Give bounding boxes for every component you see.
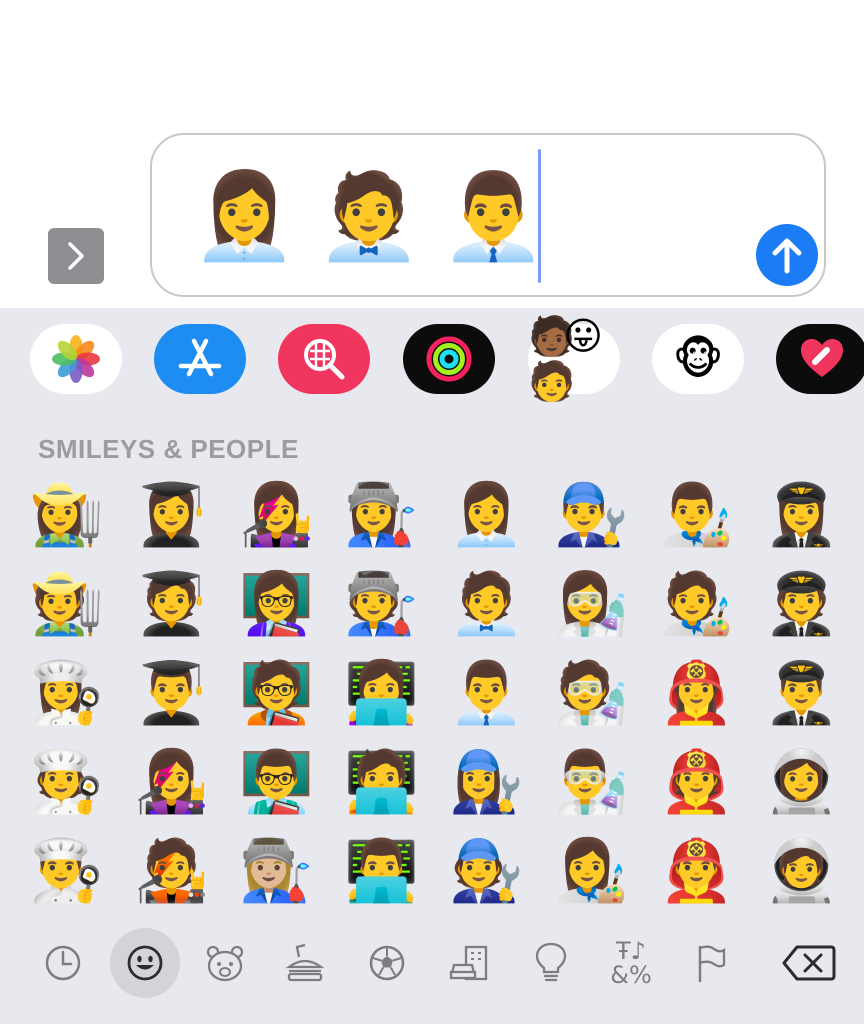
activity-rings-icon	[426, 336, 472, 382]
emoji-keyboard: 🧑🏾😛🧑 🐵 SMILEYS & PEOPLE 👩‍🌾 👩‍🎓 👩‍🎤 👩‍🏭 👩‍💼 👨…	[0, 308, 864, 1024]
emoji-key[interactable]: 🧑‍🚒	[644, 737, 749, 826]
chevron-right-icon	[68, 242, 84, 270]
category-symbols-button[interactable]: Ŧ♪ &%	[596, 928, 666, 998]
clock-icon	[45, 945, 81, 981]
emoji-key[interactable]: 👩‍🎨	[539, 826, 644, 915]
heart-touch-icon	[801, 339, 843, 377]
emoji-key[interactable]: 👨‍🚒	[644, 826, 749, 915]
emoji-key[interactable]: 🧑‍💻	[329, 737, 434, 826]
category-smileys-people-button[interactable]	[110, 928, 180, 998]
emoji-key[interactable]: 👨‍🍳	[14, 826, 119, 915]
emoji-key[interactable]: 👩‍🎤	[224, 470, 329, 559]
car-building-icon	[449, 945, 488, 981]
burger-icon	[285, 943, 325, 982]
emoji-key[interactable]: 👩‍🌾	[14, 470, 119, 559]
monkey-icon: 🐵	[672, 333, 724, 385]
emoji-key[interactable]: 👨‍🔬	[539, 737, 644, 826]
emoji-key[interactable]: 👩‍🏫	[224, 559, 329, 648]
emoji-key[interactable]: 👨‍✈️	[749, 648, 854, 737]
emoji-key[interactable]: 🧑‍🔬	[539, 648, 644, 737]
emoji-key[interactable]: 🧑‍🏭	[329, 559, 434, 648]
category-food-drink-button[interactable]	[270, 928, 340, 998]
emoji-key[interactable]: 🧑‍🎓	[119, 559, 224, 648]
emoji-key[interactable]: 👨‍🎓	[119, 648, 224, 737]
category-objects-button[interactable]	[516, 928, 586, 998]
flag-icon	[698, 945, 726, 983]
emoji-key[interactable]: 👩‍🍳	[14, 648, 119, 737]
emoji-key[interactable]: 👩🏼‍🏭	[224, 826, 329, 915]
expand-apps-button[interactable]	[48, 228, 104, 284]
digital-touch-button[interactable]	[776, 324, 864, 394]
message-compose-area: 👩‍💼🧑‍💼👨‍💼	[0, 0, 864, 308]
emoji-key[interactable]: 🧑‍🏫	[224, 648, 329, 737]
delete-backspace-button[interactable]	[774, 928, 844, 998]
emoji-key[interactable]: 👩‍💼	[434, 470, 539, 559]
emoji-key[interactable]: 🧑‍💼	[434, 559, 539, 648]
memoji-stickers-button[interactable]: 🧑🏾😛🧑	[528, 314, 620, 403]
category-recent-button[interactable]	[28, 928, 98, 998]
emoji-key[interactable]: 👨‍🎨	[644, 470, 749, 559]
photos-app-button[interactable]	[30, 324, 122, 394]
fitness-activity-button[interactable]	[403, 324, 495, 394]
symbols-icon: Ŧ♪ &%	[610, 937, 652, 989]
emoji-key[interactable]: 🧑‍🔧	[434, 826, 539, 915]
emoji-section-title: SMILEYS & PEOPLE	[38, 434, 299, 464]
category-animals-nature-button[interactable]	[190, 928, 260, 998]
smiley-icon	[127, 945, 163, 981]
send-button[interactable]	[756, 224, 818, 286]
emoji-key[interactable]: 👩‍🚒	[644, 648, 749, 737]
emoji-key[interactable]: 👨‍🏫	[224, 737, 329, 826]
app-store-button[interactable]	[154, 324, 246, 394]
lightbulb-icon	[535, 942, 567, 982]
soccer-ball-icon	[369, 945, 405, 981]
emoji-key[interactable]: 👩‍✈️	[749, 470, 854, 559]
emoji-key[interactable]: 🧑‍🎨	[644, 559, 749, 648]
memoji-group-icon: 🧑🏾😛🧑	[528, 314, 603, 403]
photos-flower-icon	[52, 335, 100, 383]
text-cursor	[538, 149, 541, 283]
emoji-key[interactable]: 👨‍💼	[434, 648, 539, 737]
image-search-button[interactable]	[278, 324, 370, 394]
app-drawer: 🧑🏾😛🧑 🐵	[0, 314, 864, 403]
category-flags-button[interactable]	[676, 928, 746, 998]
emoji-key[interactable]: 👩‍🎤	[119, 737, 224, 826]
category-activity-button[interactable]	[352, 928, 422, 998]
emoji-key[interactable]: 👩‍🚀	[749, 737, 854, 826]
backspace-icon	[782, 945, 836, 981]
emoji-key[interactable]: 🧑‍🎤	[119, 826, 224, 915]
emoji-key[interactable]: 🧑‍🚀	[749, 826, 854, 915]
emoji-key[interactable]: 👩‍🎓	[119, 470, 224, 559]
emoji-key[interactable]: 👩‍🔧	[434, 737, 539, 826]
emoji-category-bar: Ŧ♪ &%	[0, 928, 864, 1002]
emoji-key[interactable]: 👩‍💻	[329, 648, 434, 737]
emoji-key[interactable]: 👨‍💻	[329, 826, 434, 915]
emoji-key[interactable]: 👩‍🔬	[539, 559, 644, 648]
bear-icon	[206, 945, 244, 982]
arrow-up-icon	[772, 238, 802, 274]
message-input-field[interactable]: 👩‍💼🧑‍💼👨‍💼	[150, 133, 826, 297]
category-travel-places-button[interactable]	[434, 928, 504, 998]
emoji-grid: 👩‍🌾 👩‍🎓 👩‍🎤 👩‍🏭 👩‍💼 👨‍🔧 👨‍🎨 👩‍✈️ 🧑‍🌾 🧑‍🎓 👩‍🏫 🧑‍🏭 🧑‍💼…	[14, 470, 854, 915]
globe-search-icon	[304, 339, 345, 380]
emoji-key[interactable]: 🧑‍✈️	[749, 559, 854, 648]
emoji-key[interactable]: 🧑‍🌾	[14, 559, 119, 648]
message-text: 👩‍💼🧑‍💼👨‍💼	[192, 167, 566, 265]
animoji-button[interactable]: 🐵	[652, 324, 744, 394]
emoji-key[interactable]: 👨‍🔧	[539, 470, 644, 559]
emoji-key[interactable]: 🧑‍🍳	[14, 737, 119, 826]
app-store-icon	[178, 338, 222, 377]
emoji-key[interactable]: 👩‍🏭	[329, 470, 434, 559]
